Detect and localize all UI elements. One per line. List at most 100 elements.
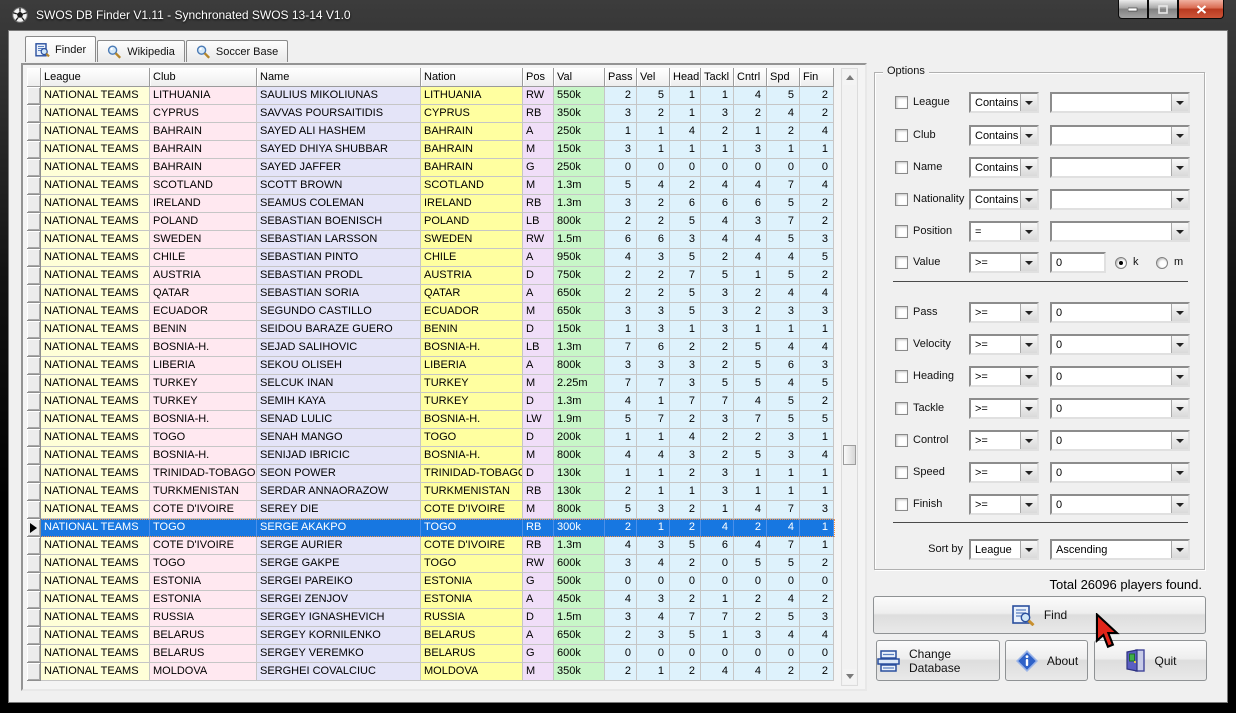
cell-club[interactable]: POLAND (150, 213, 257, 231)
cell-cntrl[interactable]: 0 (734, 645, 767, 663)
cell-pos[interactable]: A (523, 591, 554, 609)
speed-operator-select[interactable]: >= (969, 462, 1039, 483)
cell-fin[interactable]: 1 (800, 537, 834, 555)
cell-pos[interactable]: D (523, 321, 554, 339)
cell-pass[interactable]: 5 (605, 411, 637, 429)
cell-league[interactable]: NATIONAL TEAMS (41, 645, 150, 663)
table-row[interactable]: NATIONAL TEAMSBENINSEIDOU BARAZE GUEROBE… (27, 321, 835, 339)
cell-head[interactable]: 2 (670, 339, 701, 357)
cell-fin[interactable]: 4 (800, 123, 834, 141)
cell-pass[interactable]: 3 (605, 105, 637, 123)
cell-head[interactable]: 4 (670, 429, 701, 447)
cell-pass[interactable]: 3 (605, 303, 637, 321)
cell-name[interactable]: SEON POWER (257, 465, 421, 483)
cell-league[interactable]: NATIONAL TEAMS (41, 339, 150, 357)
cell-pos[interactable]: M (523, 303, 554, 321)
cell-club[interactable]: SCOTLAND (150, 177, 257, 195)
cell-club[interactable]: TURKMENISTAN (150, 483, 257, 501)
cell-fin[interactable]: 2 (800, 555, 834, 573)
cell-nation[interactable]: CHILE (421, 249, 523, 267)
speed-value-combo[interactable]: 0 (1050, 462, 1190, 483)
cell-club[interactable]: BAHRAIN (150, 141, 257, 159)
cell-pass[interactable]: 2 (605, 483, 637, 501)
row-selector[interactable] (27, 627, 41, 645)
cell-spd[interactable]: 4 (767, 285, 800, 303)
cell-nation[interactable]: BELARUS (421, 645, 523, 663)
cell-pass[interactable]: 0 (605, 573, 637, 591)
cell-cntrl[interactable]: 4 (734, 177, 767, 195)
nationality-operator-select[interactable]: Contains (969, 189, 1039, 210)
cell-league[interactable]: NATIONAL TEAMS (41, 177, 150, 195)
cell-vel[interactable]: 7 (637, 411, 670, 429)
column-header-val[interactable]: Val (554, 68, 605, 87)
position-filter-checkbox[interactable] (895, 225, 908, 238)
tab-finder[interactable]: Finder (25, 36, 96, 62)
chevron-down-icon[interactable] (1020, 94, 1037, 111)
cell-head[interactable]: 2 (670, 555, 701, 573)
cell-cntrl[interactable]: 3 (734, 213, 767, 231)
cell-head[interactable]: 2 (670, 411, 701, 429)
cell-league[interactable]: NATIONAL TEAMS (41, 393, 150, 411)
cell-head[interactable]: 5 (670, 537, 701, 555)
cell-fin[interactable]: 3 (800, 303, 834, 321)
cell-head[interactable]: 0 (670, 645, 701, 663)
finish-filter-checkbox[interactable] (895, 498, 908, 511)
finish-operator-select[interactable]: >= (969, 494, 1039, 515)
finish-value-combo[interactable]: 0 (1050, 494, 1190, 515)
cell-club[interactable]: BOSNIA-H. (150, 411, 257, 429)
cell-tackl[interactable]: 4 (701, 231, 734, 249)
value-input[interactable] (1050, 252, 1106, 273)
table-row[interactable]: NATIONAL TEAMSTURKMENISTANSERDAR ANNAORA… (27, 483, 835, 501)
current-row-indicator[interactable] (27, 519, 41, 537)
column-header-pos[interactable]: Pos (523, 68, 554, 87)
cell-cntrl[interactable]: 3 (734, 141, 767, 159)
cell-pos[interactable]: M (523, 375, 554, 393)
cell-name[interactable]: SEAMUS COLEMAN (257, 195, 421, 213)
cell-tackl[interactable]: 3 (701, 483, 734, 501)
league-value-combo[interactable] (1050, 92, 1190, 113)
cell-spd[interactable]: 7 (767, 177, 800, 195)
cell-name[interactable]: SEBASTIAN LARSSON (257, 231, 421, 249)
cell-tackl[interactable]: 2 (701, 339, 734, 357)
cell-pass[interactable]: 2 (605, 213, 637, 231)
velocity-filter-checkbox[interactable] (895, 338, 908, 351)
cell-cntrl[interactable]: 0 (734, 573, 767, 591)
cell-fin[interactable]: 4 (800, 285, 834, 303)
cell-tackl[interactable]: 0 (701, 645, 734, 663)
cell-pass[interactable]: 2 (605, 663, 637, 681)
row-selector[interactable] (27, 555, 41, 573)
cell-nation[interactable]: CYPRUS (421, 105, 523, 123)
cell-head[interactable]: 5 (670, 303, 701, 321)
cell-fin[interactable]: 5 (800, 249, 834, 267)
league-operator-select[interactable]: Contains (969, 92, 1039, 113)
cell-league[interactable]: NATIONAL TEAMS (41, 501, 150, 519)
cell-cntrl[interactable]: 1 (734, 267, 767, 285)
position-operator-select[interactable]: = (969, 221, 1039, 242)
cell-head[interactable]: 2 (670, 519, 701, 537)
cell-spd[interactable]: 1 (767, 483, 800, 501)
chevron-down-icon[interactable] (1020, 127, 1037, 144)
cell-pass[interactable]: 6 (605, 231, 637, 249)
cell-vel[interactable]: 4 (637, 609, 670, 627)
cell-club[interactable]: BOSNIA-H. (150, 447, 257, 465)
about-button[interactable]: About (1005, 640, 1088, 681)
cell-tackl[interactable]: 5 (701, 267, 734, 285)
cell-pos[interactable]: A (523, 249, 554, 267)
cell-fin[interactable]: 2 (800, 393, 834, 411)
cell-tackl[interactable]: 2 (701, 357, 734, 375)
cell-name[interactable]: SERGEY VEREMKO (257, 645, 421, 663)
cell-name[interactable]: SEKOU OLISEH (257, 357, 421, 375)
cell-club[interactable]: BOSNIA-H. (150, 339, 257, 357)
table-row[interactable]: NATIONAL TEAMSESTONIASERGEI PAREIKOESTON… (27, 573, 835, 591)
cell-league[interactable]: NATIONAL TEAMS (41, 231, 150, 249)
cell-pos[interactable]: D (523, 465, 554, 483)
change-database-button[interactable]: Change Database (876, 640, 1000, 681)
cell-league[interactable]: NATIONAL TEAMS (41, 87, 150, 105)
cell-club[interactable]: BENIN (150, 321, 257, 339)
cell-pos[interactable]: RB (523, 519, 554, 537)
cell-name[interactable]: SENAD LULIC (257, 411, 421, 429)
cell-spd[interactable]: 5 (767, 195, 800, 213)
pass-operator-select[interactable]: >= (969, 302, 1039, 323)
cell-tackl[interactable]: 3 (701, 321, 734, 339)
cell-val[interactable]: 800k (554, 213, 605, 231)
